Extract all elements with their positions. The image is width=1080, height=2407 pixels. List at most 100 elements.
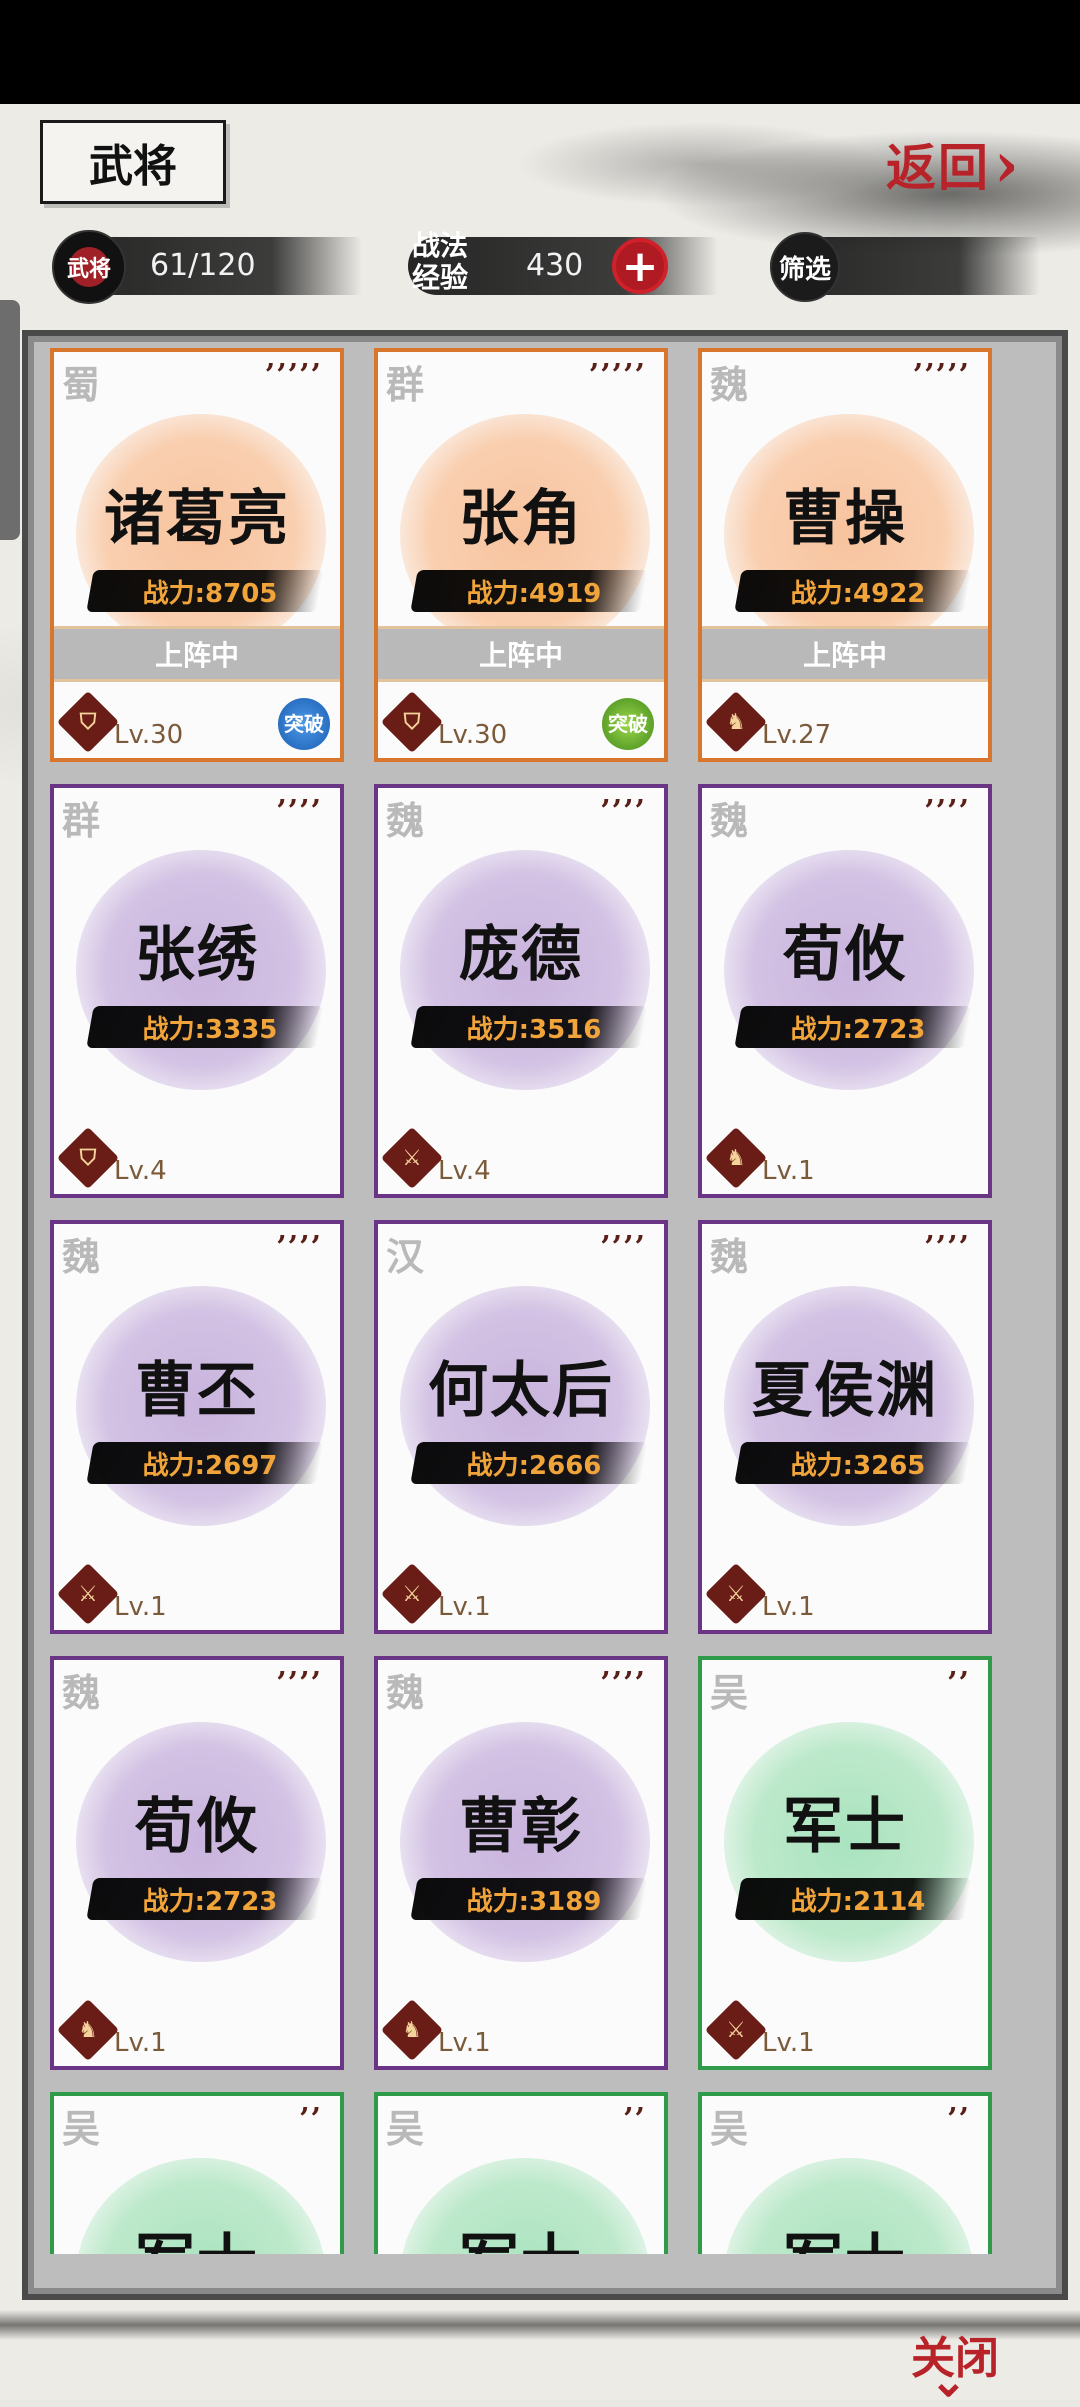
general-level: Lv.30	[114, 720, 184, 750]
star-rating: ’’’’	[276, 794, 322, 829]
tactics-exp-label: 战法 经验	[412, 229, 469, 294]
deployed-badge: 上阵中	[702, 626, 988, 682]
generals-grid[interactable]: 蜀’’’’’ 诸葛亮 战力:8705 上阵中 ⛉ Lv.30 突破群’’’’’ 张角 战力:49…	[50, 348, 1030, 2254]
star-rating: ’’	[299, 2102, 322, 2137]
shield-icon: ⛉	[56, 1126, 120, 1190]
filter-icon: 筛选	[770, 232, 840, 302]
faction-label: 魏	[386, 1670, 425, 1715]
faction-label: 魏	[62, 1234, 101, 1279]
faction-label: 魏	[710, 1234, 749, 1279]
faction-label: 吴	[62, 2106, 101, 2151]
bow-icon: ⚔	[704, 1998, 768, 2062]
faction-label: 群	[386, 362, 425, 407]
horse-icon: ♞	[56, 1998, 120, 2062]
faction-label: 吴	[386, 2106, 425, 2151]
combat-power: 战力:3516	[466, 1015, 602, 1045]
general-level: Lv.1	[762, 1156, 815, 1186]
combat-power: 战力:8705	[142, 579, 278, 609]
general-card[interactable]: 魏 ’’’’ 庞德战力:3516 ⚔ Lv.4	[374, 784, 668, 1198]
combat-power: 战力:4922	[790, 579, 926, 609]
general-name: 曹彰	[459, 1792, 583, 1862]
shield-icon: ⛉	[56, 690, 120, 754]
general-card[interactable]: 魏 ’’’’’ 曹操 战力:4922 上阵中 ♞ Lv.27	[698, 348, 992, 762]
tactics-exp-stat: 战法 经验 430 +	[408, 226, 718, 306]
horse-icon: ♞	[704, 690, 768, 754]
general-level: Lv.1	[438, 2028, 491, 2058]
general-level: Lv.4	[114, 1156, 167, 1186]
bow-icon: ⚔	[380, 1126, 444, 1190]
generals-count-stat: 武将 61/120	[52, 226, 362, 306]
shield-icon: ⛉	[380, 690, 444, 754]
general-card[interactable]: 蜀 ’’’’’ 诸葛亮 战力:8705 上阵中 ⛉ Lv.30 突破	[50, 348, 344, 762]
close-button[interactable]: 关闭 ⌄	[900, 2322, 1010, 2407]
tactics-exp-value: 430	[526, 248, 584, 283]
faction-label: 蜀	[62, 362, 101, 407]
general-name: 荀攸	[135, 1792, 259, 1862]
breakthrough-icon: 突破	[278, 698, 330, 750]
combat-power: 战力:2723	[790, 1015, 926, 1045]
general-level: Lv.4	[438, 1156, 491, 1186]
general-name: 军士	[702, 2214, 988, 2254]
general-name: 诸葛亮	[104, 484, 290, 554]
general-card[interactable]: 魏 ’’’’ 荀攸 战力:2723 ♞ Lv.1	[698, 784, 992, 1198]
general-name: 军士	[378, 2214, 664, 2254]
general-card[interactable]: 魏 ’’’’ 荀攸 战力:2723 ♞ Lv.1	[50, 1656, 344, 2070]
general-name: 军士	[783, 1792, 907, 1862]
faction-label: 魏	[710, 798, 749, 843]
combat-power: 战力:2697	[142, 1451, 278, 1481]
add-exp-button[interactable]: +	[612, 238, 668, 294]
general-card[interactable]: 汉 ’’’’ 何太后战力:2666 ⚔ Lv.1	[374, 1220, 668, 1634]
combat-power: 战力:3265	[790, 1451, 926, 1481]
back-label: 返回	[886, 138, 990, 197]
breakthrough-icon: 突破	[602, 698, 654, 750]
combat-power: 战力:4919	[466, 579, 602, 609]
general-name: 庞德	[459, 920, 583, 990]
star-rating: ’’	[623, 2102, 646, 2137]
general-card[interactable]: 吴 ’’ 军士	[374, 2092, 668, 2254]
star-rating: ’’’’	[600, 1666, 646, 1701]
general-name: 曹操	[783, 484, 907, 554]
general-name: 张绣	[135, 920, 259, 990]
star-rating: ’’’’	[924, 794, 970, 829]
general-card[interactable]: 吴 ’’ 军士 战力:2114 ⚔ Lv.1	[698, 1656, 992, 2070]
star-rating: ’’	[947, 1666, 970, 1701]
deployed-badge: 上阵中	[378, 626, 664, 682]
faction-label: 吴	[710, 2106, 749, 2151]
general-card[interactable]: 吴 ’’ 军士	[698, 2092, 992, 2254]
general-level: Lv.27	[762, 720, 832, 750]
bow-icon: ⚔	[380, 1562, 444, 1626]
general-level: Lv.1	[438, 1592, 491, 1622]
general-card[interactable]: 吴 ’’ 军士	[50, 2092, 344, 2254]
general-level: Lv.1	[114, 1592, 167, 1622]
general-card[interactable]: 魏 ’’’’ 曹彰 战力:3189 ♞ Lv.1	[374, 1656, 668, 2070]
general-level: Lv.1	[762, 2028, 815, 2058]
combat-power: 战力:2666	[466, 1451, 602, 1481]
faction-label: 汉	[386, 1234, 425, 1279]
faction-label: 魏	[386, 798, 425, 843]
general-card[interactable]: 群 ’’’’ 张绣 战力:3335 ⛉ Lv.4	[50, 784, 344, 1198]
side-handle[interactable]	[0, 300, 20, 540]
deployed-badge: 上阵中	[54, 626, 340, 682]
status-bar	[0, 0, 1080, 104]
back-button[interactable]: 返回 ›	[886, 124, 1066, 204]
combat-power: 战力:3189	[466, 1887, 602, 1917]
star-rating: ’’’’	[276, 1230, 322, 1265]
combat-power: 战力:2723	[142, 1887, 278, 1917]
general-name: 张角	[459, 484, 583, 554]
general-name: 军士	[54, 2214, 340, 2254]
bow-icon: ⚔	[704, 1562, 768, 1626]
star-rating: ’’’’’	[588, 358, 646, 393]
star-rating: ’’’’	[924, 1230, 970, 1265]
star-rating: ’’’’	[600, 1230, 646, 1265]
combat-power: 战力:2114	[790, 1887, 926, 1917]
general-card[interactable]: 魏 ’’’’ 夏侯渊 战力:3265 ⚔ Lv.1	[698, 1220, 992, 1634]
generals-seal-icon: 武将	[52, 230, 126, 304]
bow-icon: ⚔	[56, 1562, 120, 1626]
general-card[interactable]: 魏 ’’’’ 曹丕 战力:2697 ⚔ Lv.1	[50, 1220, 344, 1634]
star-rating: ’’’’	[600, 794, 646, 829]
general-level: Lv.1	[114, 2028, 167, 2058]
filter-button[interactable]: 筛选	[770, 226, 1040, 306]
star-rating: ’’’’’	[912, 358, 970, 393]
general-name: 何太后	[428, 1356, 614, 1426]
general-card[interactable]: 群 ’’’’’ 张角 战力:4919 上阵中 ⛉ Lv.30 突破	[374, 348, 668, 762]
